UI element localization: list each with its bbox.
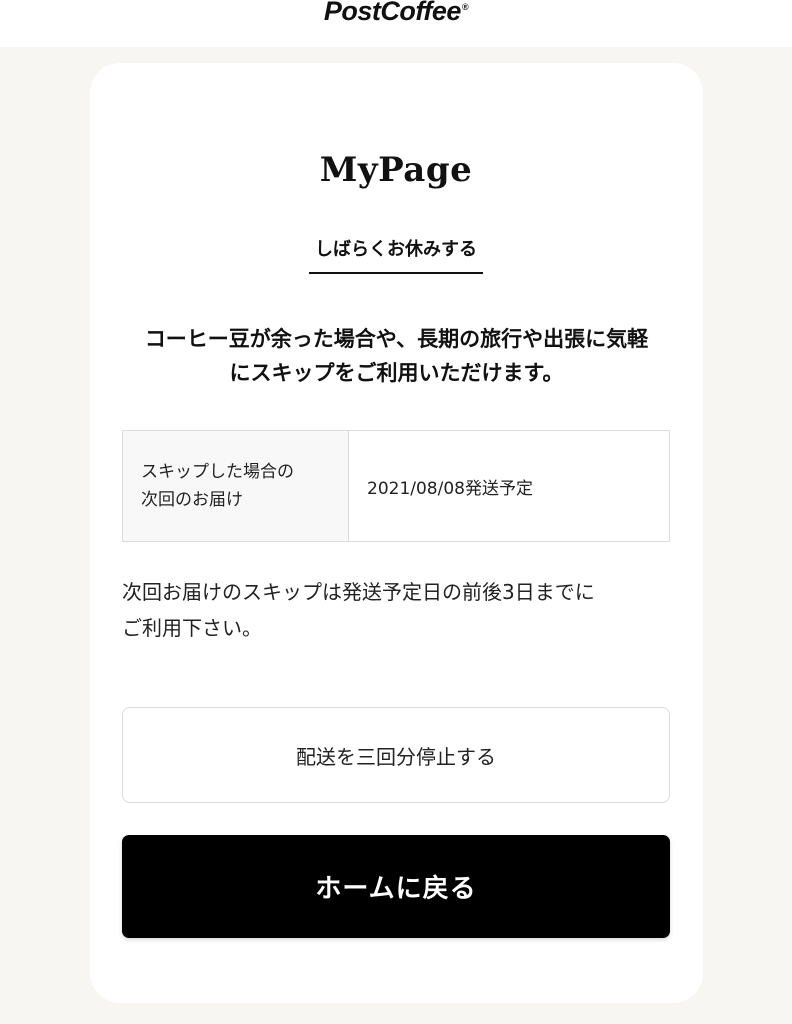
registered-mark: ®	[461, 2, 469, 12]
skip-deadline-note: 次回お届けのスキップは発送予定日の前後3日までに ご利用下さい。	[122, 574, 682, 646]
next-delivery-label-cell: スキップした場合の 次回のお届け	[123, 431, 349, 541]
logo-text: PostCoffee	[323, 0, 462, 26]
app-header: PostCoffee®	[0, 0, 792, 47]
lead-line-1: コーヒー豆が余った場合や、長期の旅行や出張に気軽	[144, 327, 649, 351]
next-delivery-value: 2021/08/08発送予定	[367, 478, 533, 499]
next-delivery-table: スキップした場合の 次回のお届け 2021/08/08発送予定	[122, 430, 670, 542]
next-delivery-label-line-2: 次回のお届け	[141, 490, 243, 510]
note-line-2: ご利用下さい。	[122, 616, 262, 640]
next-delivery-label-line-1: スキップした場合の	[141, 462, 294, 482]
postcoffee-logo[interactable]: PostCoffee®	[0, 0, 792, 27]
tab-pause-delivery[interactable]: しばらくお休みする	[309, 234, 483, 274]
pause-three-deliveries-button[interactable]: 配送を三回分停止する	[122, 707, 670, 803]
lead-line-2: にスキップをご利用いただけます。	[229, 361, 564, 385]
lead-text: コーヒー豆が余った場合や、長期の旅行や出張に気軽 にスキップをご利用いただけます…	[110, 322, 683, 390]
note-line-1: 次回お届けのスキップは発送予定日の前後3日までに	[122, 580, 595, 604]
back-to-home-button[interactable]: ホームに戻る	[122, 835, 670, 938]
page-title: MyPage	[319, 150, 473, 190]
